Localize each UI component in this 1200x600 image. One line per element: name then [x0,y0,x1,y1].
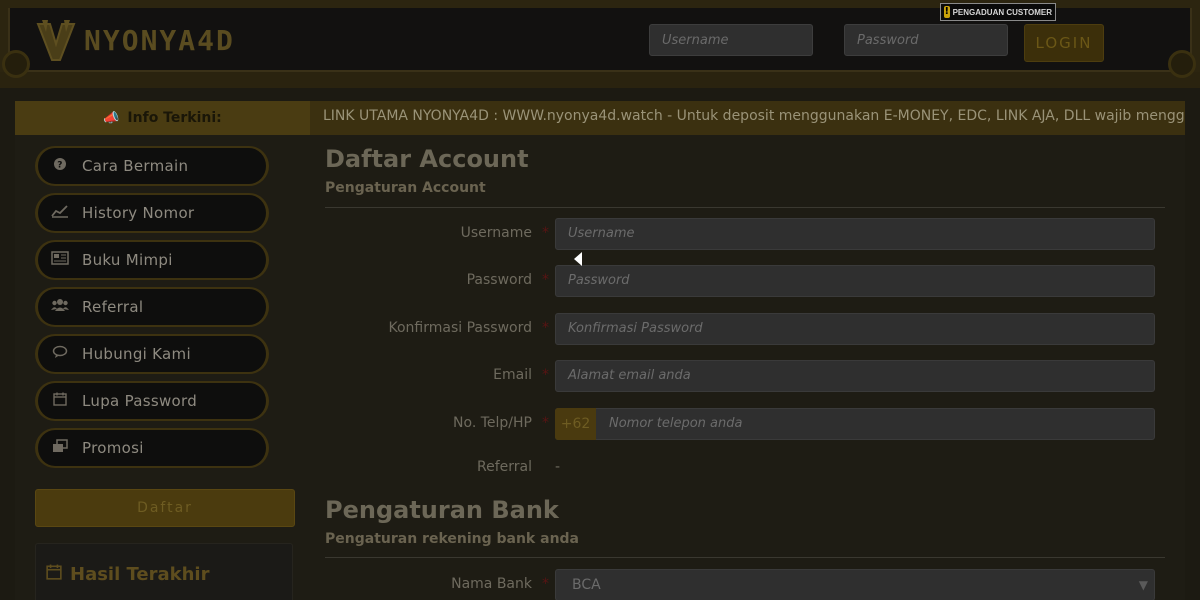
sidebar-item-label: Referral [82,298,144,316]
confirm-password-label: Konfirmasi Password [388,320,533,336]
clone-icon [38,439,82,457]
required-mark: * [542,367,549,383]
username-label: Username [460,225,532,241]
referral-value: - [555,459,561,475]
sidebar-item-hubungi-kami[interactable]: Hubungi Kami [35,334,269,374]
info-label: 📣 Info Terkini: [15,101,310,135]
password-label: Password [466,272,532,288]
megaphone-icon: 📣 [103,110,120,126]
account-divider [325,207,1165,208]
alert-icon: ! [944,6,950,18]
sidebar-item-cara-bermain[interactable]: ? Cara Bermain [35,146,269,186]
login-button[interactable]: LOGIN [1024,24,1104,62]
logo-emblem-icon [32,16,80,64]
password-input[interactable]: Password [555,265,1155,297]
required-mark: * [542,320,549,336]
sidebar-item-label: Cara Bermain [82,157,189,175]
info-bar: 📣 Info Terkini: LINK UTAMA NYONYA4D : WW… [15,101,1185,135]
question-circle-icon: ? [38,157,82,175]
hasil-terakhir-box: Hasil Terakhir [35,543,293,600]
phone-prefix: +62 [555,408,596,440]
required-mark: * [542,272,549,288]
sidebar-item-lupa-password[interactable]: Lupa Password [35,381,269,421]
header-username-input[interactable]: Username [649,24,813,56]
ornament-left-icon [2,50,30,78]
sidebar-item-label: History Nomor [82,204,195,222]
info-label-text: Info Terkini: [127,110,222,126]
chevron-down-icon: ▼ [1138,578,1148,592]
sidebar-item-label: Lupa Password [82,392,198,410]
bank-select[interactable]: BCA ▼ [555,569,1155,600]
phone-label: No. Telp/HP [453,415,532,431]
bank-section-subtitle: Pengaturan rekening bank anda [325,531,580,547]
sidebar-item-buku-mimpi[interactable]: Buku Mimpi [35,240,269,280]
ornament-right-icon [1168,50,1196,78]
bank-section-title: Pengaturan Bank [325,496,559,524]
pengaduan-label: PENGADUAN CUSTOMER [952,7,1052,17]
account-section-subtitle: Pengaturan Account [325,180,486,196]
calendar-icon [46,564,62,585]
logo-text: NYONYA4D [84,23,235,57]
sidebar-item-referral[interactable]: Referral [35,287,269,327]
hasil-terakhir-title: Hasil Terakhir [46,564,209,585]
phone-input[interactable]: Nomor telepon anda [555,408,1155,440]
line-chart-icon [38,204,82,222]
users-icon [38,298,82,316]
mouse-cursor-icon [574,252,582,266]
email-label: Email [493,367,532,383]
confirm-password-input[interactable]: Konfirmasi Password [555,313,1155,345]
newspaper-icon [38,251,82,269]
site-logo[interactable]: NYONYA4D [32,14,235,66]
bank-selected-value: BCA [572,577,601,593]
username-input[interactable]: Username [555,218,1155,250]
sidebar-item-history-nomor[interactable]: History Nomor [35,193,269,233]
chat-icon [38,345,82,363]
hasil-terakhir-label: Hasil Terakhir [70,564,210,585]
required-mark: * [542,225,549,241]
required-mark: * [542,415,549,431]
marquee-text: LINK UTAMA NYONYA4D : WWW.nyonya4d.watch… [323,108,1185,124]
svg-text:?: ? [57,161,63,171]
pengaduan-customer-button[interactable]: ! PENGADUAN CUSTOMER [940,3,1056,21]
sidebar-item-label: Promosi [82,439,144,457]
sidebar-item-promosi[interactable]: Promosi [35,428,269,468]
sidebar-item-label: Hubungi Kami [82,345,191,363]
bank-divider [325,557,1165,558]
referral-label: Referral [477,459,532,475]
account-section-title: Daftar Account [325,145,529,173]
site-header: NYONYA4D Username Password LOGIN ! PENGA… [0,0,1200,88]
bank-name-label: Nama Bank [451,576,532,592]
daftar-button[interactable]: Daftar [35,489,295,527]
sidebar-item-label: Buku Mimpi [82,251,173,269]
required-mark: * [542,576,549,592]
header-edge [0,72,1200,88]
calendar-icon [38,392,82,410]
news-marquee: LINK UTAMA NYONYA4D : WWW.nyonya4d.watch… [323,101,1185,135]
email-input[interactable]: Alamat email anda [555,360,1155,392]
header-password-input[interactable]: Password [844,24,1008,56]
